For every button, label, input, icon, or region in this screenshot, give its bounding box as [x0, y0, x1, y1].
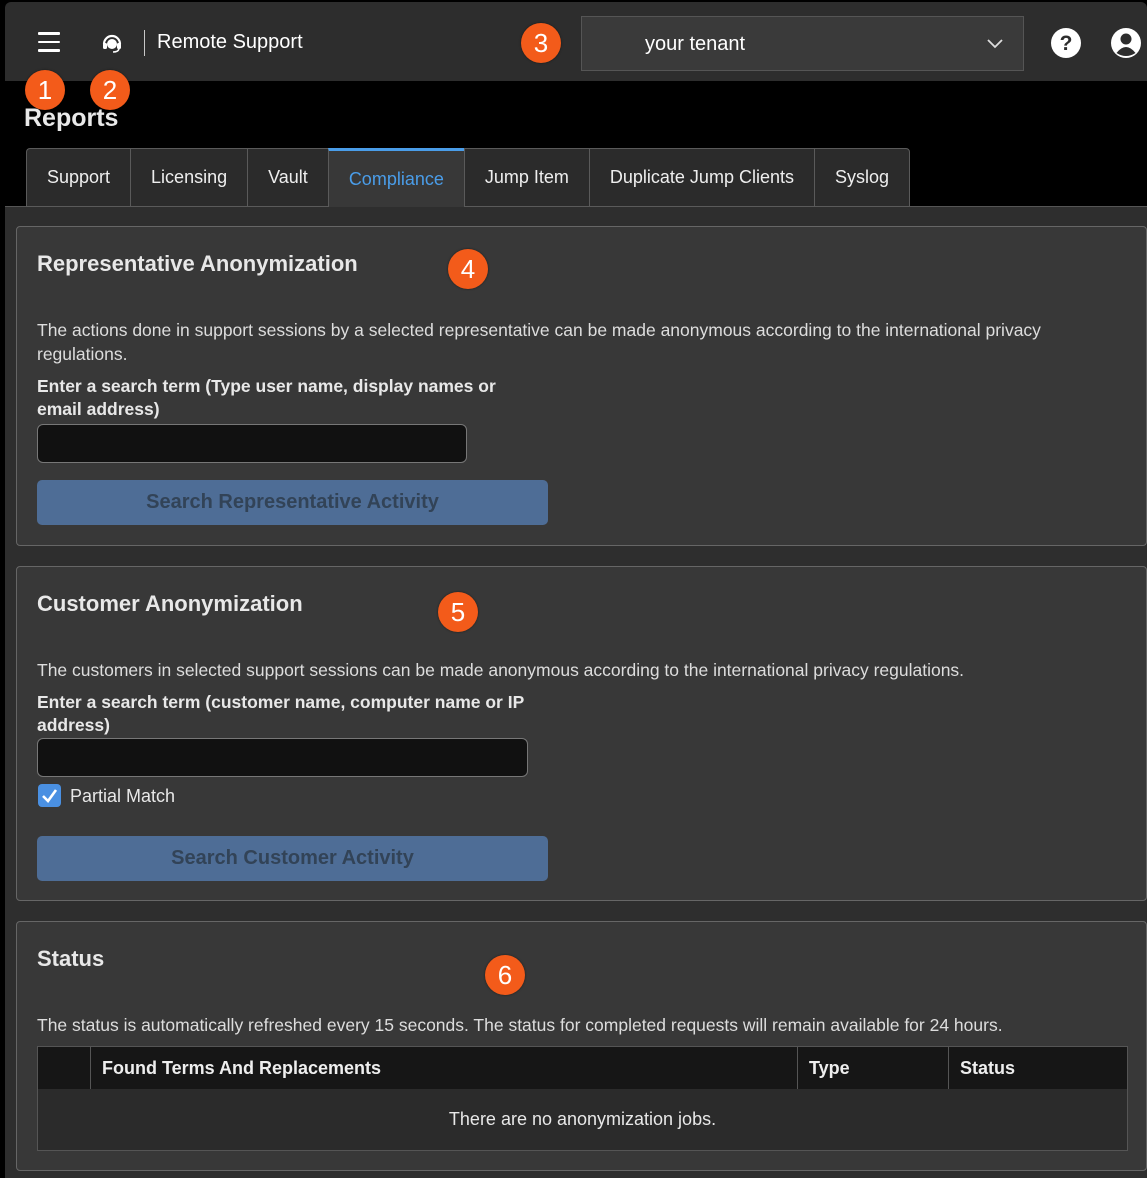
panel-title: Customer Anonymization	[37, 591, 303, 616]
representative-search-input[interactable]	[37, 424, 467, 463]
panel-title: Representative Anonymization	[37, 251, 358, 276]
headset-icon	[102, 34, 122, 53]
table-header: Found Terms And Replacements Type Status	[38, 1047, 1127, 1089]
anonymization-jobs-table: Found Terms And Replacements Type Status…	[37, 1046, 1128, 1151]
tab-syslog[interactable]: Syslog	[813, 148, 910, 207]
chevron-down-icon	[987, 39, 1003, 49]
hamburger-menu-icon[interactable]	[38, 32, 60, 52]
callout-badge: 3	[521, 23, 561, 63]
panel-title: Status	[37, 946, 105, 971]
search-label: Enter a search term (Type user name, dis…	[37, 376, 496, 419]
report-tabs: Support Licensing Vault Compliance Jump …	[26, 148, 910, 207]
partial-match-checkbox[interactable]	[38, 784, 61, 807]
tab-compliance[interactable]: Compliance	[327, 148, 464, 207]
panel-description: The status is automatically refreshed ev…	[37, 1015, 1003, 1035]
app-title: Remote Support	[157, 31, 303, 53]
panel-description: The customers in selected support sessio…	[37, 660, 965, 680]
checkmark-icon	[42, 789, 58, 803]
representative-anonymization-panel: Representative Anonymization The actions…	[16, 226, 1147, 546]
tab-jump-item[interactable]: Jump Item	[463, 148, 589, 207]
search-customer-activity-button[interactable]: Search Customer Activity	[37, 836, 548, 881]
empty-table-message: There are no anonymization jobs.	[448, 1109, 717, 1129]
column-header-type[interactable]: Type	[798, 1047, 949, 1089]
customer-anonymization-panel: Customer Anonymization The customers in …	[16, 566, 1147, 901]
tenant-select[interactable]: your tenant	[581, 16, 1024, 71]
top-bar: Remote Support your tenant ?	[5, 2, 1147, 81]
tab-vault[interactable]: Vault	[247, 148, 328, 207]
search-label: Enter a search term (customer name, comp…	[37, 692, 524, 735]
callout-badge: 4	[448, 249, 488, 289]
user-account-icon[interactable]	[1110, 27, 1142, 59]
status-panel: Status The status is automatically refre…	[16, 921, 1147, 1171]
column-header-terms[interactable]: Found Terms And Replacements	[91, 1047, 798, 1089]
customer-search-input[interactable]	[37, 738, 528, 777]
tab-duplicate-jump-clients[interactable]: Duplicate Jump Clients	[588, 148, 814, 207]
header-divider	[144, 30, 145, 56]
help-icon[interactable]: ?	[1050, 27, 1082, 59]
page-title: Reports	[24, 104, 119, 132]
column-header-select	[38, 1047, 91, 1089]
column-header-status[interactable]: Status	[949, 1047, 1127, 1089]
svg-text:?: ?	[1060, 32, 1073, 55]
tenant-select-value: your tenant	[645, 33, 746, 55]
tab-support[interactable]: Support	[26, 148, 131, 207]
tab-licensing[interactable]: Licensing	[130, 148, 248, 207]
callout-badge: 6	[485, 955, 525, 995]
panel-description: The actions done in support sessions by …	[37, 320, 1041, 364]
search-representative-activity-button[interactable]: Search Representative Activity	[37, 480, 548, 525]
partial-match-label: Partial Match	[70, 786, 176, 806]
callout-badge: 5	[438, 592, 478, 632]
